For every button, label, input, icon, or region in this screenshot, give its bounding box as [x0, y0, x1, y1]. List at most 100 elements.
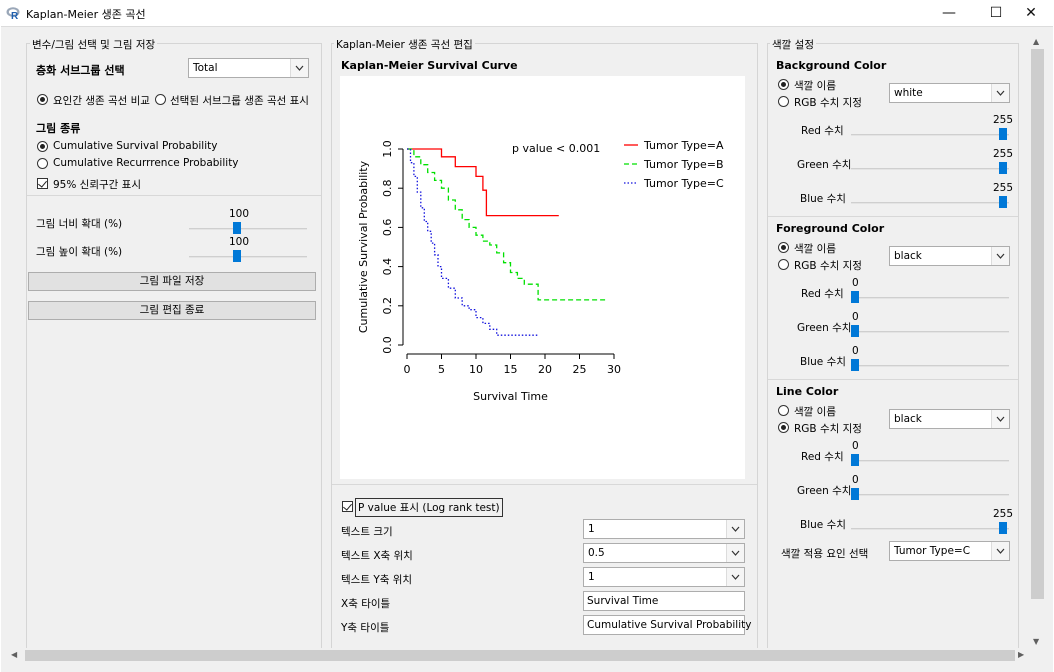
y-title-label: Y축 타이틀	[341, 622, 390, 634]
radio-survival-label: Cumulative Survival Probability	[53, 140, 218, 152]
fg-green-thumb[interactable]	[851, 325, 859, 337]
bg-green-thumb[interactable]	[999, 162, 1007, 174]
chevron-down-icon	[726, 568, 744, 586]
height-slider-track[interactable]	[189, 256, 307, 258]
km-chart: 0.0 0.2 0.4 0.6 0.8 1.0 0 5 10 15 20 25 30 Survival T…	[357, 139, 724, 403]
line-red-thumb[interactable]	[851, 454, 859, 466]
figure-type-label: 그림 종류	[36, 122, 81, 135]
horizontal-scroll-thumb[interactable]	[25, 650, 1015, 661]
scroll-up-icon[interactable]: ▲	[1033, 37, 1039, 46]
minimize-icon: —	[942, 5, 956, 21]
bg-red-slider[interactable]	[851, 134, 1009, 136]
line-red-slider[interactable]	[851, 460, 1009, 462]
bg-radio-name[interactable]	[778, 79, 789, 90]
text-size-select[interactable]: 1	[583, 519, 745, 539]
vertical-scrollbar[interactable]: ▲ ▼	[1030, 35, 1045, 649]
p-value-annotation: p value < 0.001	[512, 142, 600, 155]
apply-label: 색깔 적용 요인 선택	[781, 548, 869, 560]
line-color-select[interactable]: black	[889, 409, 1010, 429]
window-title: Kaplan-Meier 생존 곡선	[26, 8, 146, 21]
radio-recurrence-label: Cumulative Recurrrence Probability	[53, 157, 239, 169]
radio-compare[interactable]	[37, 94, 48, 105]
line-radio-name[interactable]	[778, 405, 789, 416]
text-size-label: 텍스트 크기	[341, 526, 393, 538]
fg-blue-slider[interactable]	[851, 365, 1009, 367]
exit-edit-button[interactable]: 그림 편집 종료	[28, 301, 316, 320]
x-tick-label: 20	[538, 363, 552, 376]
svg-text:R: R	[11, 11, 19, 21]
line-radio-rgb-label: RGB 수치 지정	[794, 423, 862, 435]
bg-blue-thumb[interactable]	[999, 196, 1007, 208]
y-tick-label: 0.0	[381, 336, 394, 354]
text-x-select[interactable]: 0.5	[583, 543, 745, 563]
fg-red-slider[interactable]	[851, 297, 1009, 299]
x-title-input-value: Survival Time	[587, 595, 659, 607]
save-figure-button[interactable]: 그림 파일 저장	[28, 272, 316, 291]
width-slider-thumb[interactable]	[233, 222, 241, 234]
chevron-down-icon	[991, 410, 1009, 428]
bg-blue-value: 255	[993, 182, 1014, 194]
bg-radio-rgb[interactable]	[778, 96, 789, 107]
fg-red-thumb[interactable]	[851, 291, 859, 303]
fg-radio-rgb[interactable]	[778, 259, 789, 270]
radio-survival[interactable]	[37, 141, 48, 152]
scroll-left-icon[interactable]: ◀	[11, 650, 17, 659]
x-tick-label: 30	[607, 363, 621, 376]
chevron-down-icon	[290, 59, 308, 77]
text-x-value: 0.5	[588, 547, 605, 559]
y-tick-label: 0.4	[381, 258, 394, 276]
ci-checkbox[interactable]	[37, 178, 48, 189]
x-tick-label: 25	[573, 363, 587, 376]
vertical-scroll-thumb[interactable]	[1031, 49, 1044, 599]
chevron-down-icon	[991, 84, 1009, 102]
line-green-slider[interactable]	[851, 494, 1009, 496]
bg-green-slider[interactable]	[851, 168, 1009, 170]
pvalue-label: P value 표시 (Log rank test)	[355, 498, 503, 517]
horizontal-scrollbar[interactable]: ◀ ▶	[9, 648, 1029, 663]
subgroup-select[interactable]: Total	[188, 58, 309, 78]
middle-groupbox-legend: Kaplan-Meier 생존 곡선 편집	[334, 37, 475, 52]
text-y-select[interactable]: 1	[583, 567, 745, 587]
text-size-value: 1	[588, 523, 595, 535]
height-slider-thumb[interactable]	[233, 250, 241, 262]
minimize-button[interactable]: —	[926, 0, 972, 26]
line-blue-slider[interactable]	[851, 528, 1009, 530]
width-slider-track[interactable]	[189, 228, 307, 230]
scroll-down-icon[interactable]: ▼	[1033, 637, 1039, 646]
y-title-input[interactable]: Cumulative Survival Probability	[583, 615, 751, 635]
line-blue-value: 255	[993, 508, 1014, 520]
bg-green-value: 255	[993, 148, 1014, 160]
subgroup-label: 층화 서브그룹 선택	[36, 64, 125, 77]
y-tick-label: 0.8	[381, 179, 394, 197]
pvalue-checkbox[interactable]	[342, 501, 353, 512]
bg-blue-slider[interactable]	[851, 202, 1009, 204]
bg-radio-name-label: 색깔 이름	[794, 80, 836, 92]
line-red-value: 0	[852, 440, 859, 452]
fg-green-slider[interactable]	[851, 331, 1009, 333]
bg-color-select[interactable]: white	[889, 83, 1010, 103]
close-button[interactable]: ✕	[1008, 0, 1054, 26]
fg-blue-label: Blue 수치	[800, 356, 846, 368]
scroll-right-icon[interactable]: ▶	[1018, 650, 1024, 659]
fg-radio-name[interactable]	[778, 242, 789, 253]
radio-selected[interactable]	[155, 94, 166, 105]
apply-factor-select[interactable]: Tumor Type=C	[889, 541, 1010, 561]
fg-blue-thumb[interactable]	[851, 359, 859, 371]
apply-factor-value: Tumor Type=C	[894, 545, 971, 557]
x-title-input[interactable]: Survival Time	[583, 591, 745, 611]
chevron-down-icon	[726, 520, 744, 538]
line-radio-rgb[interactable]	[778, 422, 789, 433]
line-green-label: Green 수치	[797, 485, 852, 497]
survival-curve-1	[407, 148, 559, 217]
line-red-label: Red 수치	[801, 451, 844, 463]
radio-recurrence[interactable]	[37, 158, 48, 169]
x-tick-label: 10	[469, 363, 483, 376]
fg-red-value: 0	[852, 277, 859, 289]
line-green-thumb[interactable]	[851, 488, 859, 500]
right-groupbox-legend: 색깔 설정	[770, 37, 816, 52]
line-blue-thumb[interactable]	[999, 522, 1007, 534]
bg-blue-label: Blue 수치	[800, 193, 846, 205]
legend-label: Tumor Type=A	[643, 139, 724, 152]
bg-red-thumb[interactable]	[999, 128, 1007, 140]
fg-color-select[interactable]: black	[889, 246, 1010, 266]
